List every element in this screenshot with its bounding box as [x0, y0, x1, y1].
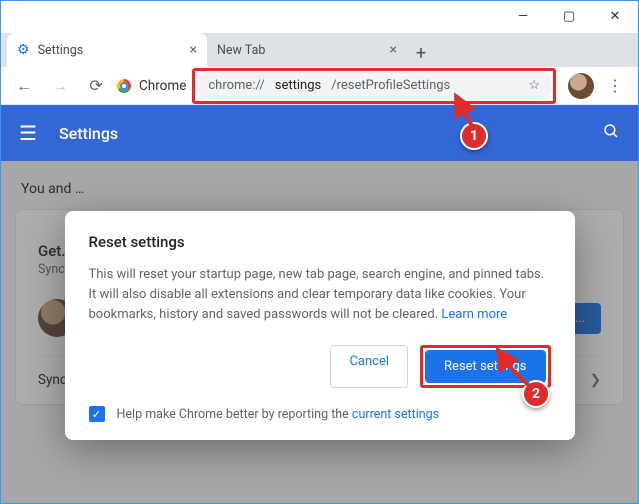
close-tab-icon[interactable]: ×	[190, 42, 197, 58]
dialog-title: Reset settings	[89, 233, 551, 251]
tab-label: Settings	[38, 43, 84, 58]
tab-settings[interactable]: ⚙ Settings ×	[7, 33, 207, 67]
dialog-checkbox-row: ✓ Help make Chrome better by reporting t…	[89, 406, 551, 422]
window-minimize-button[interactable]: —	[500, 1, 546, 31]
cancel-button[interactable]: Cancel	[330, 345, 408, 388]
new-tab-button[interactable]: +	[407, 39, 435, 67]
annotation-arrow-1	[448, 90, 488, 130]
page-title: Settings	[59, 124, 118, 143]
dialog-actions: Cancel Reset settings	[89, 345, 551, 388]
close-tab-icon[interactable]: ×	[390, 42, 397, 58]
learn-more-link[interactable]: Learn more	[441, 307, 507, 322]
checkbox-checked[interactable]: ✓	[89, 406, 105, 422]
profile-avatar-button[interactable]	[568, 73, 594, 99]
forward-button[interactable]: →	[45, 71, 75, 101]
annotation-highlight-1: chrome:// settings/resetProfileSettings ☆	[192, 68, 556, 104]
tab-strip: ⚙ Settings × New Tab × +	[1, 33, 638, 67]
url-host: settings	[275, 78, 321, 93]
window-maximize-button[interactable]: ▢	[546, 1, 592, 31]
url-path: /resetProfileSettings	[331, 78, 450, 93]
reset-settings-dialog: Reset settings This will reset your star…	[65, 211, 575, 440]
chrome-menu-button[interactable]: ⋮	[600, 71, 630, 101]
reload-button[interactable]: ⟳	[81, 71, 111, 101]
address-bar[interactable]: chrome:// settings/resetProfileSettings ☆	[196, 72, 552, 100]
hamburger-icon[interactable]: ☰	[19, 121, 37, 145]
tab-label: New Tab	[217, 43, 265, 58]
browser-toolbar: ← → ⟳ Chrome chrome:// settings/resetProf…	[1, 67, 638, 105]
settings-body: You and … Get… Sync… sambitkoley.wb@gmai…	[1, 161, 638, 503]
chrome-icon	[117, 79, 131, 93]
url-scheme: chrome://	[208, 78, 264, 93]
annotation-arrow-2	[490, 344, 540, 392]
checkbox-label: Help make Chrome better by reporting the…	[117, 407, 440, 422]
search-icon[interactable]	[602, 122, 620, 145]
back-button[interactable]: ←	[9, 71, 39, 101]
tab-new[interactable]: New Tab ×	[207, 33, 407, 67]
window-close-button[interactable]: ✕	[592, 1, 638, 31]
omnibox-site-label: Chrome	[139, 78, 186, 94]
window-titlebar: — ▢ ✕	[1, 1, 638, 33]
current-settings-link[interactable]: current settings	[352, 407, 439, 422]
bookmark-star-icon[interactable]: ☆	[528, 78, 540, 93]
dialog-body: This will reset your startup page, new t…	[89, 265, 551, 325]
dialog-scrim: Reset settings This will reset your star…	[1, 161, 638, 503]
settings-app-bar: ☰ Settings	[1, 105, 638, 161]
gear-icon: ⚙	[17, 42, 30, 58]
